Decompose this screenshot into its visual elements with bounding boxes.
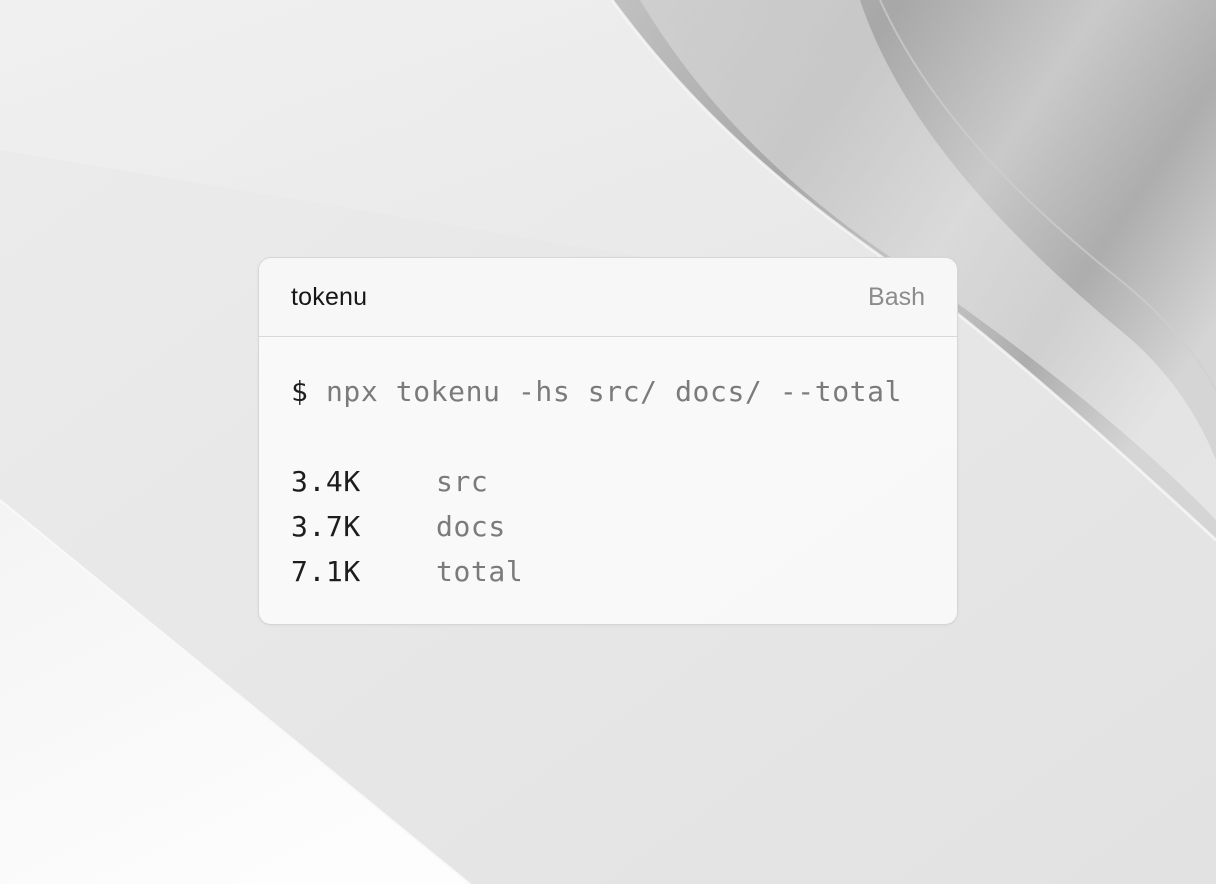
terminal-title: tokenu (291, 282, 368, 311)
output-row: 3.7K docs (291, 505, 925, 550)
terminal-header: tokenu Bash (259, 258, 957, 337)
output-size: 3.4K (291, 465, 361, 498)
output-name: docs (436, 510, 506, 543)
command-text: npx tokenu -hs src/ docs/ --total (325, 375, 903, 408)
command-line: $ npx tokenu -hs src/ docs/ --total (291, 370, 925, 414)
terminal-body: $ npx tokenu -hs src/ docs/ --total 3.4K… (259, 337, 957, 595)
output-row: 3.4K src (291, 460, 925, 505)
output-size: 7.1K (291, 555, 361, 588)
language-label: Bash (868, 282, 925, 311)
output-name: src (436, 465, 489, 498)
terminal-card: tokenu Bash $ npx tokenu -hs src/ docs/ … (258, 257, 958, 625)
output-size: 3.7K (291, 510, 361, 543)
prompt-symbol: $ (291, 375, 309, 408)
output-name: total (436, 555, 524, 588)
output-row: 7.1K total (291, 550, 925, 595)
